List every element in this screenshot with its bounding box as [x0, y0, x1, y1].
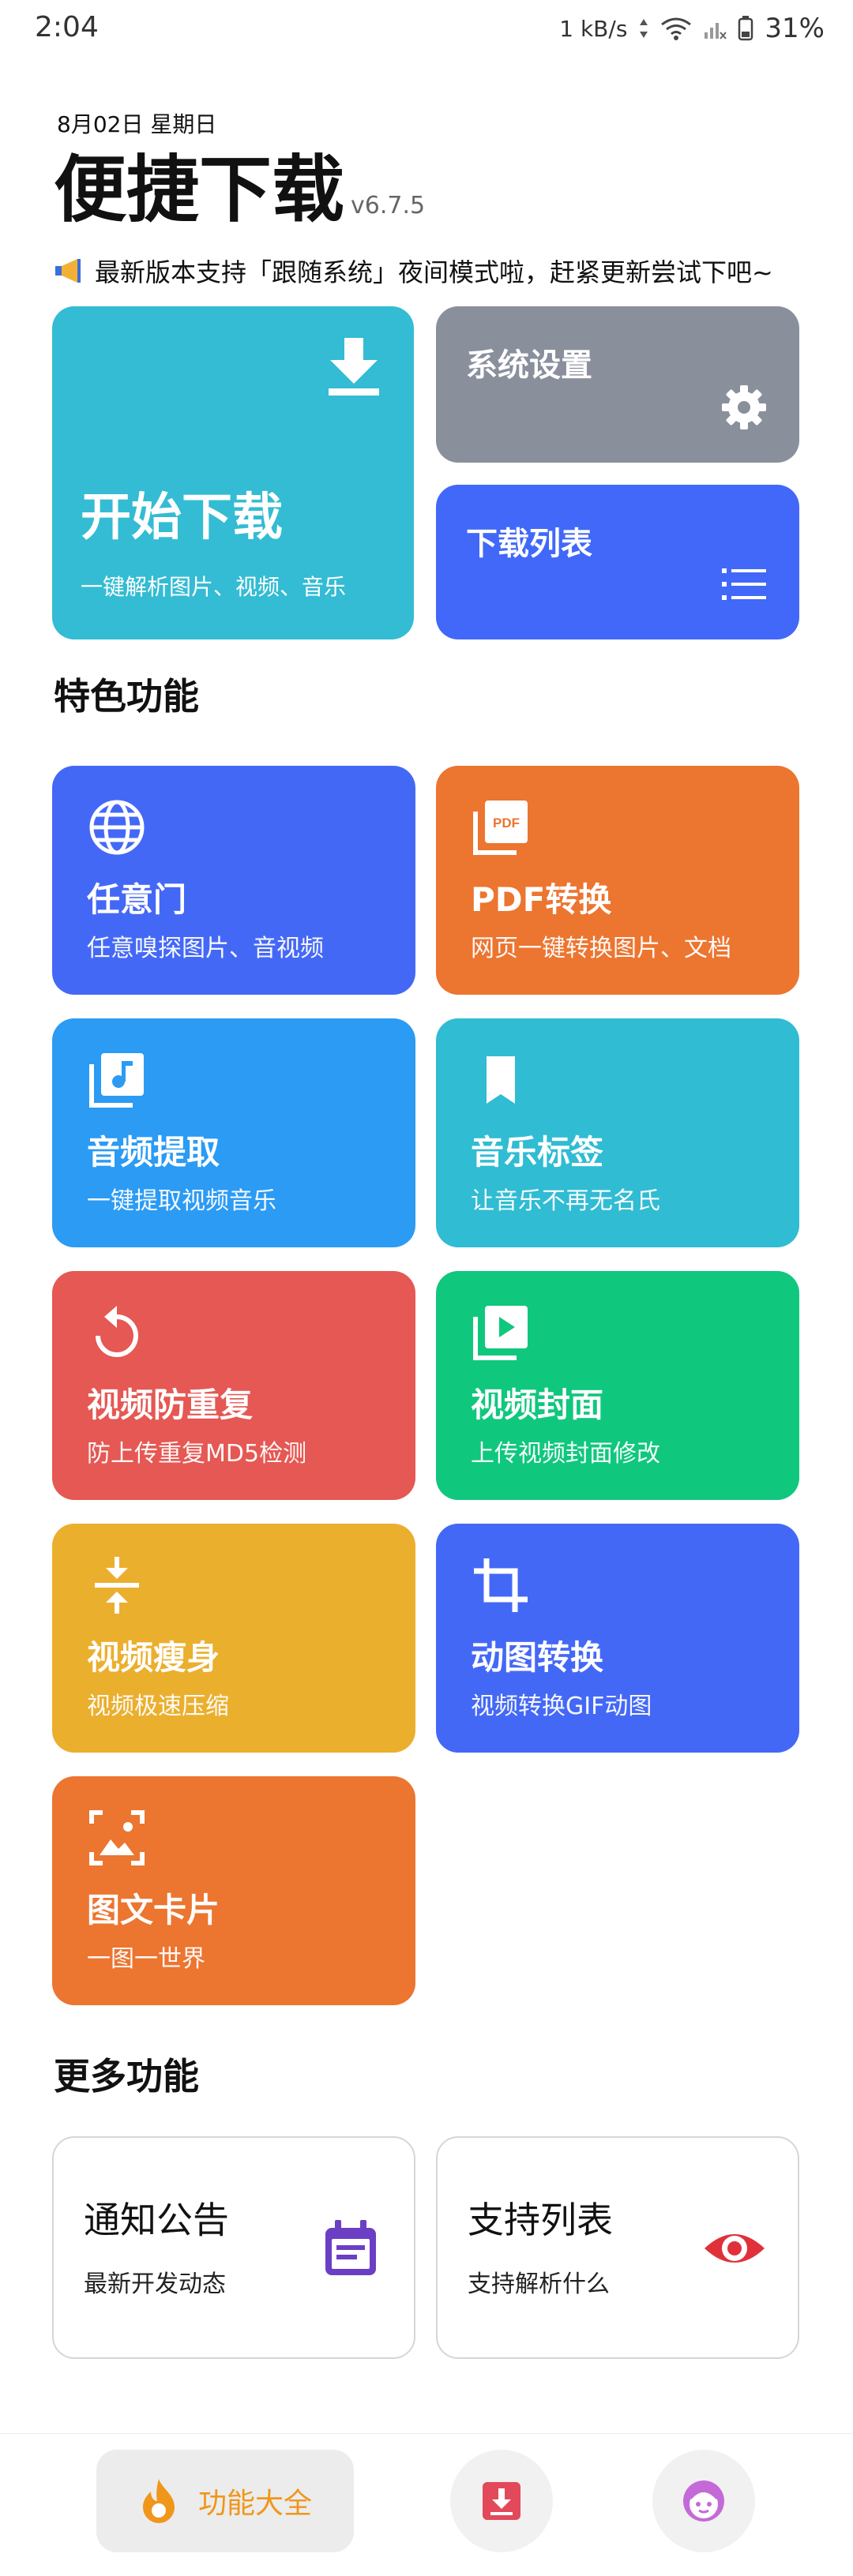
feature-title: 视频封面	[471, 1385, 604, 1424]
feature-subtitle: 网页一键转换图片、文档	[471, 935, 731, 962]
feature-image-card-tile[interactable]: 图文卡片 一图一世界	[52, 1776, 415, 2005]
feature-subtitle: 防上传重复MD5检测	[87, 1440, 307, 1468]
feature-gif-convert-tile[interactable]: 动图转换 视频转换GIF动图	[436, 1524, 799, 1753]
more-card-subtitle: 支持解析什么	[468, 2270, 610, 2298]
feature-subtitle: 上传视频封面修改	[471, 1440, 660, 1468]
feature-audio-extract-tile[interactable]: 音频提取 一键提取视频音乐	[52, 1018, 415, 1247]
date-label: 8月02日 星期日	[57, 111, 217, 137]
feature-title: 图文卡片	[87, 1891, 220, 1929]
download-box-icon	[483, 2482, 520, 2520]
svg-text:PDF: PDF	[493, 816, 520, 831]
start-download-subtitle: 一键解析图片、视频、音乐	[81, 574, 347, 600]
globe-icon	[89, 800, 145, 855]
features-section-title: 特色功能	[54, 675, 199, 718]
title-row: 便捷下载 v6.7.5	[54, 147, 425, 234]
music-library-icon	[89, 1053, 144, 1108]
flame-icon	[142, 2479, 175, 2523]
feature-title: 音乐标签	[471, 1133, 604, 1172]
feature-subtitle: 让音乐不再无名氏	[471, 1187, 660, 1215]
download-list-tile[interactable]: 下载列表	[436, 485, 799, 639]
list-icon	[722, 568, 766, 600]
network-speed: 1 kB/s	[559, 15, 628, 42]
calendar-note-icon	[325, 2220, 376, 2275]
announcements-card[interactable]: 通知公告 最新开发动态	[52, 2136, 415, 2359]
feature-portal-tile[interactable]: 任意门 任意嗅探图片、音视频	[52, 766, 415, 995]
nav-profile-tab[interactable]	[652, 2450, 755, 2552]
nav-features-label: 功能大全	[197, 2488, 312, 2520]
feature-pdf-tile[interactable]: PDF PDF转换 网页一键转换图片、文档	[436, 766, 799, 995]
more-card-subtitle: 最新开发动态	[84, 2270, 226, 2298]
feature-title: 任意门	[87, 880, 187, 919]
version-label: v6.7.5	[351, 192, 426, 219]
feature-video-cover-tile[interactable]: 视频封面 上传视频封面修改	[436, 1271, 799, 1500]
status-icons: 1 kB/s 31%	[559, 13, 825, 44]
settings-title: 系统设置	[466, 347, 592, 384]
feature-music-tag-tile[interactable]: 音乐标签 让音乐不再无名氏	[436, 1018, 799, 1247]
settings-tile[interactable]: 系统设置	[436, 306, 799, 463]
crop-icon	[474, 1558, 528, 1612]
more-card-title: 支持列表	[468, 2199, 613, 2241]
feature-video-compress-tile[interactable]: 视频瘦身 视频极速压缩	[52, 1524, 415, 1753]
feature-title: 视频防重复	[87, 1385, 254, 1424]
feature-subtitle: 视频极速压缩	[87, 1693, 229, 1720]
download-icon	[329, 338, 379, 396]
more-section-title: 更多功能	[54, 2055, 199, 2098]
video-library-icon	[473, 1306, 528, 1360]
status-time: 2:04	[35, 11, 99, 43]
start-download-title: 开始下载	[81, 489, 283, 547]
eye-icon	[705, 2234, 765, 2263]
feature-subtitle: 一图一世界	[87, 1945, 205, 1973]
status-bar: 2:04 1 kB/s 31%	[0, 0, 853, 63]
battery-percent: 31%	[765, 13, 825, 44]
feature-title: PDF转换	[471, 880, 612, 919]
support-list-card[interactable]: 支持列表 支持解析什么	[436, 2136, 799, 2359]
notice-text: 最新版本支持「跟随系统」夜间模式啦，赶紧更新尝试下吧~	[95, 257, 773, 287]
feature-title: 视频瘦身	[87, 1638, 220, 1677]
wifi-icon	[661, 17, 692, 40]
feature-video-dedup-tile[interactable]: 视频防重复 防上传重复MD5检测	[52, 1271, 415, 1500]
nav-download-tab[interactable]	[450, 2450, 553, 2552]
notice-banner[interactable]: 最新版本支持「跟随系统」夜间模式啦，赶紧更新尝试下吧~	[54, 253, 773, 289]
app-title: 便捷下载	[54, 148, 345, 232]
feature-subtitle: 一键提取视频音乐	[87, 1187, 276, 1215]
gear-icon	[722, 385, 766, 429]
feature-title: 动图转换	[471, 1638, 604, 1677]
feature-title: 音频提取	[87, 1133, 220, 1172]
bookmark-icon	[487, 1056, 515, 1104]
battery-icon	[738, 16, 753, 41]
nav-features-tab[interactable]: 功能大全	[96, 2450, 354, 2552]
data-arrows-icon	[640, 19, 648, 38]
megaphone-icon	[55, 259, 81, 283]
replay-icon	[96, 1306, 138, 1357]
feature-subtitle: 任意嗅探图片、音视频	[87, 935, 324, 962]
bottom-nav: 功能大全	[0, 2433, 853, 2576]
more-card-title: 通知公告	[84, 2199, 229, 2241]
pdf-icon: PDF	[473, 801, 528, 855]
start-download-tile[interactable]: 开始下载 一键解析图片、视频、音乐	[52, 306, 414, 639]
signal-icon	[705, 23, 727, 39]
feature-subtitle: 视频转换GIF动图	[471, 1693, 652, 1720]
download-list-title: 下载列表	[466, 526, 592, 562]
compress-icon	[95, 1557, 139, 1614]
image-card-icon	[89, 1810, 145, 1865]
face-icon	[683, 2480, 724, 2522]
